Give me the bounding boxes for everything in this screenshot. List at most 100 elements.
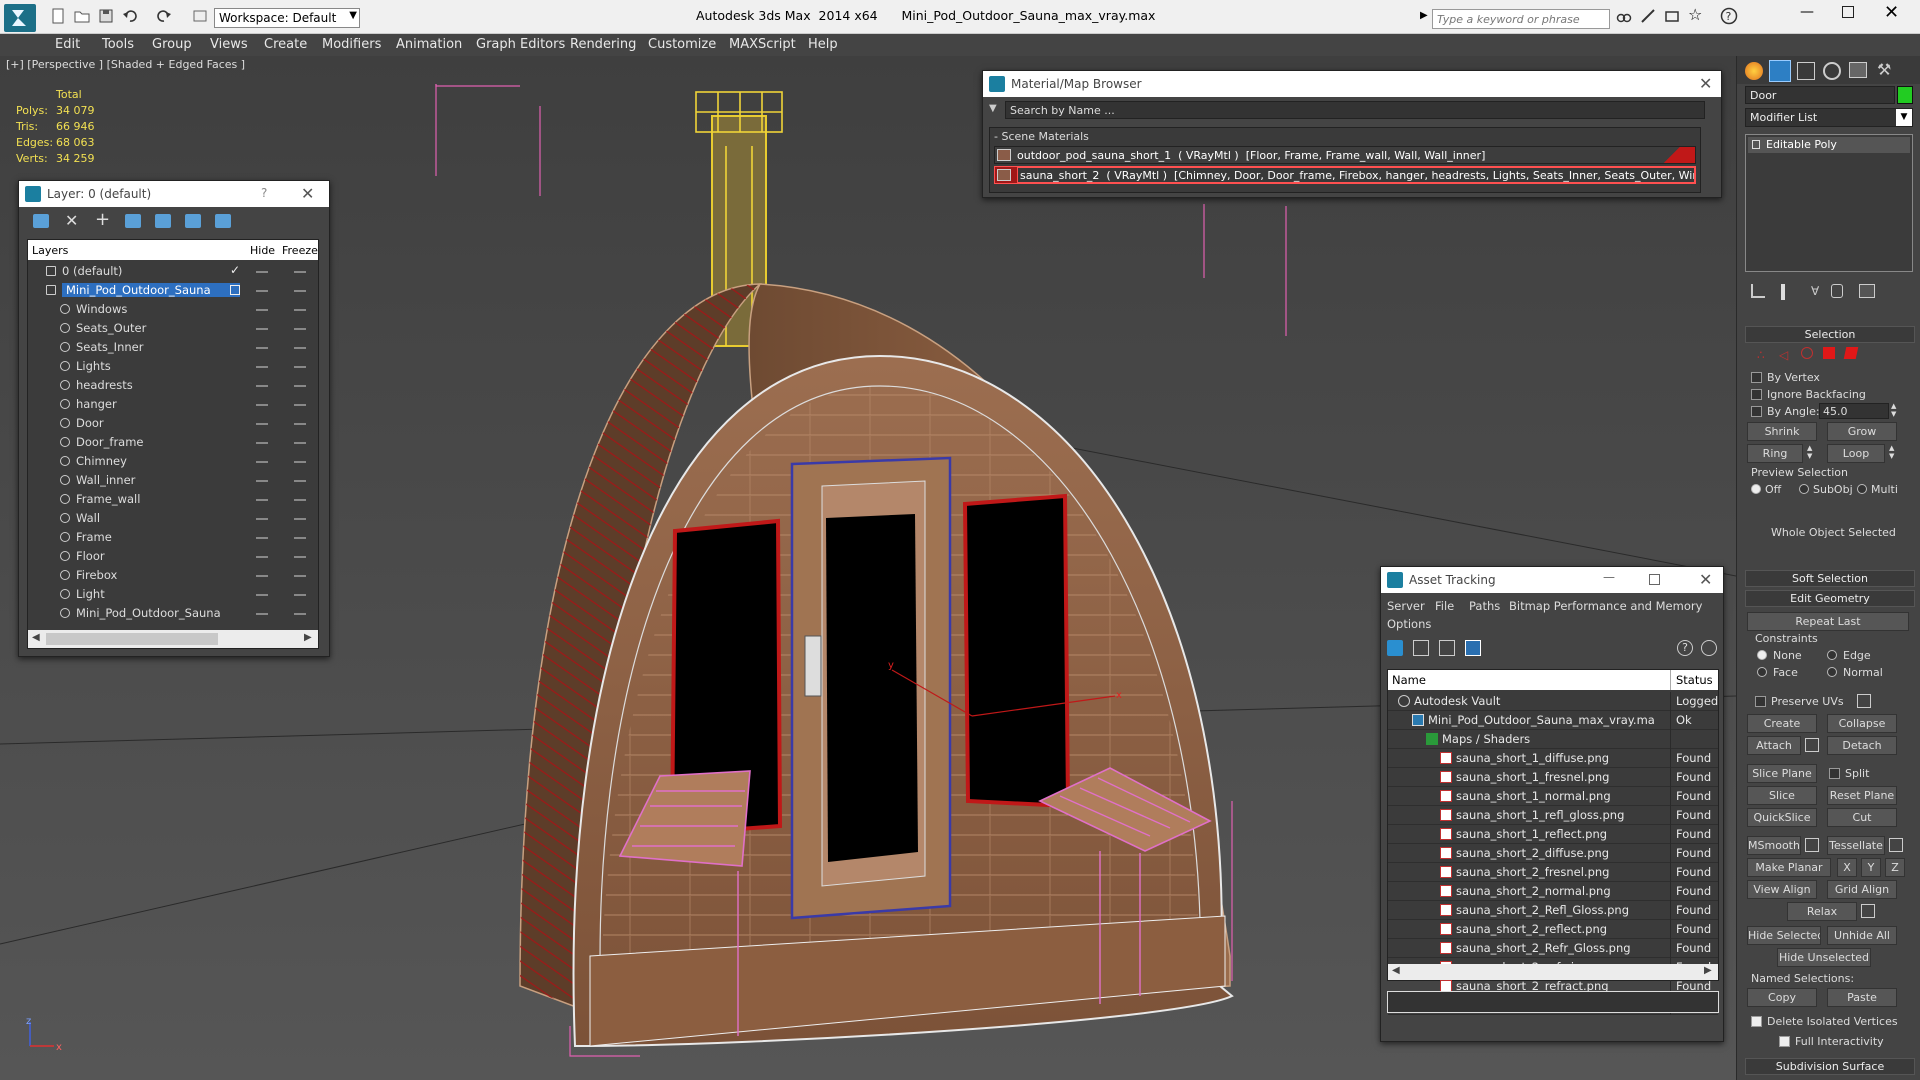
layer-list[interactable]: Layers Hide Freeze 0 (default) ✓ Mini_Pod_… <box>27 239 319 649</box>
scene-materials-header[interactable]: - Scene Materials <box>994 130 1089 143</box>
msmooth-settings-icon[interactable] <box>1805 838 1819 852</box>
browser-options-icon[interactable]: ▼ <box>989 103 997 114</box>
column-divider[interactable] <box>1670 670 1671 690</box>
relax-settings-icon[interactable] <box>1861 904 1875 918</box>
soft-selection-rollout-header[interactable]: Soft Selection <box>1745 570 1915 587</box>
freeze-toggle[interactable] <box>294 347 306 349</box>
split-checkbox[interactable] <box>1829 768 1840 779</box>
copy-button[interactable]: Copy <box>1747 988 1817 1007</box>
asset-row[interactable]: Maps / Shaders <box>1388 730 1718 749</box>
freeze-toggle[interactable] <box>294 423 306 425</box>
app-logo[interactable] <box>4 4 36 32</box>
asset-row[interactable]: Autodesk Vault Logged <box>1388 692 1718 711</box>
freeze-toggle[interactable] <box>294 480 306 482</box>
view-align-button[interactable]: View Align <box>1747 880 1817 899</box>
freeze-toggle[interactable] <box>294 271 306 273</box>
pin-stack-icon[interactable] <box>1751 284 1765 298</box>
object-name-field[interactable]: Door <box>1745 86 1895 104</box>
undo-icon[interactable] <box>122 8 138 24</box>
close-icon[interactable]: ✕ <box>1699 570 1712 589</box>
hide-toggle[interactable] <box>256 461 268 463</box>
minimize-button[interactable]: — <box>1603 570 1615 584</box>
freeze-toggle[interactable] <box>294 385 306 387</box>
create-button[interactable]: Create <box>1747 714 1817 733</box>
hide-toggle[interactable] <box>256 499 268 501</box>
hide-toggle[interactable] <box>256 347 268 349</box>
freeze-toggle[interactable] <box>294 442 306 444</box>
subdivision-surface-rollout-header[interactable]: Subdivision Surface <box>1745 1058 1915 1075</box>
menu-animation[interactable]: Animation <box>396 37 462 52</box>
current-layer-box[interactable] <box>230 285 240 295</box>
minimize-button[interactable]: — <box>1800 4 1814 20</box>
tessellate-settings-icon[interactable] <box>1889 838 1903 852</box>
menu-graph-editors[interactable]: Graph Editors <box>476 37 565 52</box>
ignore-backfacing-checkbox[interactable] <box>1751 389 1762 400</box>
object-color-swatch[interactable] <box>1897 86 1913 104</box>
hide-toggle[interactable] <box>256 442 268 444</box>
hide-toggle[interactable] <box>256 423 268 425</box>
preview-subobj-radio[interactable] <box>1799 484 1809 494</box>
menu-edit[interactable]: Edit <box>55 37 80 52</box>
layer-row[interactable]: Door_frame <box>28 433 318 452</box>
favorites-star-icon[interactable]: ☆ <box>1688 5 1704 24</box>
by-vertex-checkbox[interactable] <box>1751 372 1762 383</box>
freeze-toggle[interactable] <box>294 290 306 292</box>
planar-z-button[interactable]: Z <box>1885 858 1905 877</box>
layer-row[interactable]: Windows <box>28 300 318 319</box>
hide-toggle[interactable] <box>256 575 268 577</box>
tessellate-button[interactable]: Tessellate <box>1827 836 1885 855</box>
material-item-2[interactable]: sauna_short_2 ( VRayMtl ) [Chimney, Door… <box>994 166 1696 184</box>
repeat-last-button[interactable]: Repeat Last <box>1747 612 1909 631</box>
help-icon[interactable]: ? <box>1677 640 1693 656</box>
maximize-button[interactable] <box>1649 574 1660 585</box>
loop-button[interactable]: Loop <box>1827 444 1885 463</box>
menu-help[interactable]: Help <box>808 37 838 52</box>
planar-x-button[interactable]: X <box>1837 858 1857 877</box>
constraint-edge-radio[interactable] <box>1827 650 1837 660</box>
loop-spinner-arrows[interactable]: ▲ ▼ <box>1889 444 1894 460</box>
modifier-list-dropdown[interactable]: Modifier List ▼ <box>1745 108 1913 127</box>
asset-row[interactable]: sauna_short_2_fresnel.png Found <box>1388 863 1718 882</box>
layer-row[interactable]: hanger <box>28 395 318 414</box>
delete-isolated-checkbox[interactable] <box>1751 1016 1762 1027</box>
layer-row[interactable]: Mini_Pod_Outdoor_Sauna <box>28 604 318 623</box>
menu-maxscript[interactable]: MAXScript <box>729 37 796 52</box>
freeze-toggle[interactable] <box>294 594 306 596</box>
layer-row[interactable]: Frame_wall <box>28 490 318 509</box>
display-tab-icon[interactable] <box>1849 62 1867 78</box>
scroll-left-icon[interactable]: ◀ <box>32 632 40 643</box>
asset-row[interactable]: sauna_short_2_normal.png Found <box>1388 882 1718 901</box>
new-file-icon[interactable] <box>50 8 66 24</box>
modifier-stack[interactable]: Editable Poly <box>1745 134 1913 272</box>
detach-button[interactable]: Detach <box>1827 736 1897 755</box>
asset-row[interactable]: sauna_short_2_Refl_Gloss.png Found <box>1388 901 1718 920</box>
utilities-tab-icon[interactable]: ⚒ <box>1877 60 1891 79</box>
freeze-toggle[interactable] <box>294 499 306 501</box>
slice-button[interactable]: Slice <box>1747 786 1817 805</box>
layer-row[interactable]: headrests <box>28 376 318 395</box>
maximize-button[interactable] <box>1842 6 1854 18</box>
asset-path-field[interactable] <box>1387 991 1719 1013</box>
add-to-layer-icon[interactable]: + <box>95 209 110 230</box>
unhide-all-button[interactable]: Unhide All <box>1827 926 1897 945</box>
scroll-right-icon[interactable]: ▶ <box>1704 965 1712 976</box>
column-freeze[interactable]: Freeze <box>282 244 318 257</box>
preview-off-radio[interactable] <box>1751 484 1761 494</box>
redo-icon[interactable] <box>156 8 172 24</box>
hide-toggle[interactable] <box>256 328 268 330</box>
asset-row[interactable]: sauna_short_1_normal.png Found <box>1388 787 1718 806</box>
preserve-uvs-checkbox[interactable] <box>1755 696 1766 707</box>
hide-selected-button[interactable]: Hide Selected <box>1747 926 1821 945</box>
binoculars-icon[interactable] <box>1616 8 1632 24</box>
ring-spinner-arrows[interactable]: ▲ ▼ <box>1807 444 1812 460</box>
keyword-search-input[interactable]: Type a keyword or phrase <box>1432 9 1610 29</box>
hide-toggle[interactable] <box>256 385 268 387</box>
asset-row[interactable]: sauna_short_2_reflect.png Found <box>1388 920 1718 939</box>
horizontal-scrollbar[interactable]: ◀ ▶ <box>1388 964 1718 980</box>
hierarchy-tab-icon[interactable] <box>1797 62 1815 80</box>
collapse-button[interactable]: Collapse <box>1827 714 1897 733</box>
make-planar-button[interactable]: Make Planar <box>1747 858 1831 877</box>
refresh-icon[interactable] <box>1387 640 1403 656</box>
hide-unselected-button[interactable]: Hide Unselected <box>1777 948 1871 967</box>
layer-row[interactable]: Lights <box>28 357 318 376</box>
